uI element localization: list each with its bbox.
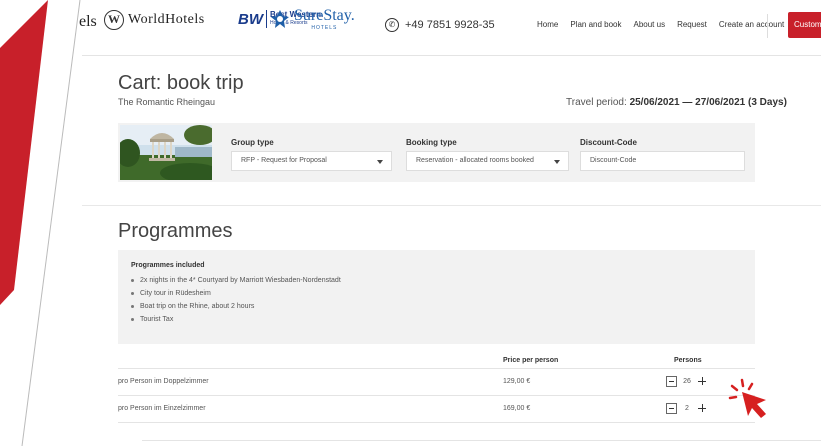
travel-period-value: 25/06/2021 — 27/06/2021 (3 Days)	[629, 97, 787, 108]
worldhotels-logo[interactable]: W WorldHotels	[104, 10, 205, 30]
worldhotels-w-icon: W	[104, 10, 124, 30]
discount-code-input[interactable]: Discount-Code	[580, 151, 745, 171]
brand-cut-text: els	[79, 13, 97, 30]
quantity-stepper: 2	[666, 403, 708, 414]
surestay-logo[interactable]: SureStay. HOTELS	[270, 7, 355, 31]
surestay-sub: HOTELS	[311, 25, 338, 31]
booking-type-label: Booking type	[406, 138, 457, 147]
programmes-list: 2x nights in the 4* Courtyard by Marriot…	[131, 277, 755, 323]
table-divider	[118, 368, 755, 369]
list-item: Tourist Tax	[131, 316, 755, 323]
programmes-panel: Programmes included 2x nights in the 4* …	[118, 250, 755, 344]
footer-divider	[142, 440, 821, 441]
discount-code-placeholder: Discount-Code	[590, 157, 637, 164]
booking-type-select[interactable]: Reservation - allocated rooms booked	[406, 151, 569, 171]
persons-header: Persons	[674, 357, 702, 364]
group-type-value: RFP - Request for Proposal	[241, 157, 327, 164]
programmes-included-heading: Programmes included	[131, 262, 205, 269]
chevron-down-icon	[377, 160, 383, 164]
persons-value[interactable]: 26	[681, 378, 693, 385]
phone-number: +49 7851 9928-35	[405, 19, 495, 31]
phone-contact[interactable]: ✆ +49 7851 9928-35	[385, 18, 495, 32]
minus-icon[interactable]	[666, 403, 677, 414]
phone-icon: ✆	[385, 18, 399, 32]
booking-options-panel: Group type RFP - Request for Proposal Bo…	[118, 123, 755, 182]
decorative-red-stripe	[0, 0, 81, 446]
bw-mark: BW	[238, 10, 263, 28]
chevron-down-icon	[554, 160, 560, 164]
plus-icon[interactable]	[697, 376, 708, 387]
surestay-emblem-icon	[271, 10, 289, 28]
quantity-stepper: 26	[666, 376, 708, 387]
cart-title: Cart: book trip	[118, 72, 244, 94]
surestay-wordmark: SureStay.	[294, 7, 355, 24]
list-item: 2x nights in the 4* Courtyard by Marriot…	[131, 277, 755, 284]
list-item: Boat trip on the Rhine, about 2 hours	[131, 303, 755, 310]
nav-create-account[interactable]: Create an account	[719, 20, 784, 29]
worldhotels-wordmark: WorldHotels	[128, 12, 205, 27]
header-divider	[767, 14, 768, 38]
nav-request[interactable]: Request	[677, 20, 707, 29]
table-divider	[118, 422, 755, 423]
price-per-person-header: Price per person	[503, 357, 559, 364]
main-nav: Home Plan and book About us Request Crea…	[537, 20, 784, 29]
group-type-select[interactable]: RFP - Request for Proposal	[231, 151, 392, 171]
trip-name: The Romantic Rheingau	[118, 97, 216, 107]
nav-about-us[interactable]: About us	[634, 20, 666, 29]
price-double: 129,00 €	[503, 378, 531, 385]
list-item: City tour in Rüdesheim	[131, 290, 755, 297]
section-divider	[82, 205, 821, 206]
nav-plan-and-book[interactable]: Plan and book	[570, 20, 621, 29]
programmes-title: Programmes	[118, 220, 233, 242]
minus-icon[interactable]	[666, 376, 677, 387]
travel-period-label: Travel period:	[566, 97, 627, 108]
table-divider	[118, 395, 755, 396]
discount-code-label: Discount-Code	[580, 138, 637, 147]
plus-icon[interactable]	[697, 403, 708, 414]
room-type-double: pro Person im Doppelzimmer	[118, 378, 209, 385]
travel-period: Travel period: 25/06/2021 — 27/06/2021 (…	[566, 97, 787, 108]
trip-image	[120, 125, 212, 180]
nav-home[interactable]: Home	[537, 20, 558, 29]
group-type-label: Group type	[231, 138, 274, 147]
booking-type-value: Reservation - allocated rooms booked	[416, 157, 534, 164]
room-type-single: pro Person im Einzelzimmer	[118, 405, 206, 412]
customer-login-button[interactable]: Customer L	[788, 12, 821, 38]
price-single: 169,00 €	[503, 405, 531, 412]
site-header: els W WorldHotels BW Best Western. Hotel…	[79, 0, 821, 56]
click-cursor-icon	[728, 378, 766, 418]
main-page: els W WorldHotels BW Best Western. Hotel…	[79, 0, 821, 446]
persons-value[interactable]: 2	[681, 405, 693, 412]
